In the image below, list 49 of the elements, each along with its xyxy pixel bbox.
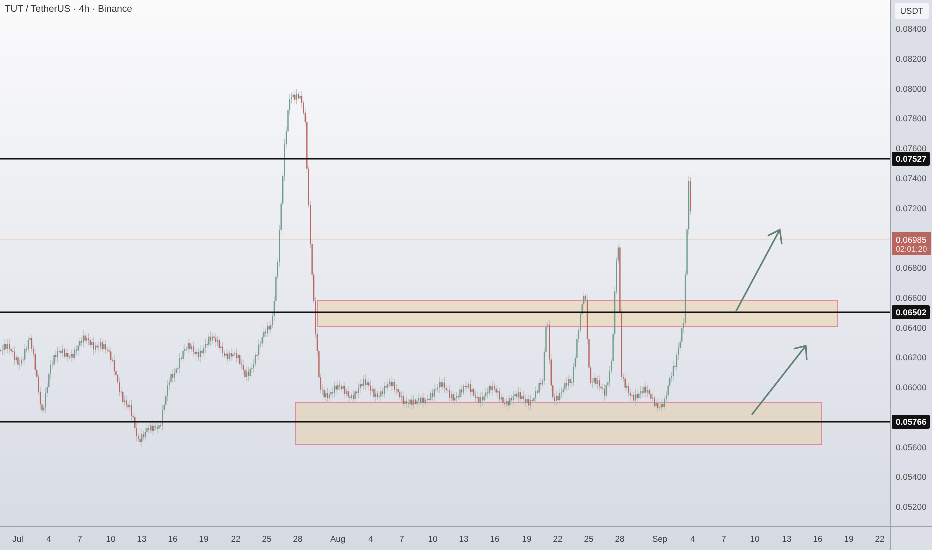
level-price-label: 0.07527 [892, 152, 930, 166]
date-tick: 4 [368, 534, 374, 544]
current-price-label: 0.06985 02:01:20 [892, 232, 931, 255]
chart-title: TUT / TetherUS · 4h · Binance [5, 3, 132, 17]
date-tick: 10 [106, 534, 116, 544]
date-tick: 10 [750, 534, 760, 544]
price-tick: 0.08000 [896, 84, 927, 94]
price-tick: 0.05400 [896, 472, 927, 482]
date-tick: 25 [584, 534, 594, 544]
date-tick: 7 [400, 534, 404, 544]
price-tick: 0.07800 [896, 114, 927, 124]
price-tick: 0.06200 [896, 352, 927, 363]
date-tick: 22 [553, 534, 563, 544]
price-tick: 0.05200 [896, 502, 927, 512]
price-tick: 0.06400 [896, 322, 927, 333]
date-tick: 28 [293, 534, 303, 544]
date-tick: 7 [722, 534, 726, 544]
price-tick: 0.06600 [896, 292, 927, 303]
price-tick: 0.08200 [896, 54, 927, 64]
date-tick: 13 [782, 534, 792, 544]
date-tick: Sep [652, 534, 668, 544]
date-tick: 16 [813, 534, 823, 544]
price-tick: 0.08400 [896, 24, 927, 34]
date-tick: 22 [231, 534, 241, 544]
level-price-label: 0.05766 [892, 415, 930, 429]
date-tick: 7 [78, 534, 82, 544]
date-tick: 16 [168, 534, 178, 544]
date-tick: 19 [522, 534, 532, 544]
price-tick: 0.06800 [896, 263, 927, 273]
date-tick: 13 [137, 534, 147, 544]
currency-label: USDT [895, 3, 929, 19]
date-tick: 19 [844, 534, 854, 544]
date-tick: 19 [199, 534, 209, 544]
price-tick: 0.07400 [896, 173, 927, 184]
price-tick: 0.06000 [896, 382, 927, 392]
date-tick: 10 [428, 534, 438, 544]
date-tick: 4 [46, 534, 52, 544]
date-tick: 4 [690, 534, 696, 544]
date-tick: 22 [875, 534, 885, 544]
date-tick: 13 [459, 534, 469, 544]
price-tick: 0.05600 [896, 442, 927, 452]
date-tick: 25 [262, 534, 272, 544]
date-tick: 28 [615, 534, 625, 544]
date-tick: Jul [12, 534, 24, 544]
price-tick: 0.07600 [896, 144, 927, 154]
date-tick: 16 [490, 534, 500, 544]
level-price-label: 0.06502 [892, 306, 930, 320]
price-tick: 0.07200 [896, 203, 927, 214]
date-tick: Aug [330, 534, 346, 544]
